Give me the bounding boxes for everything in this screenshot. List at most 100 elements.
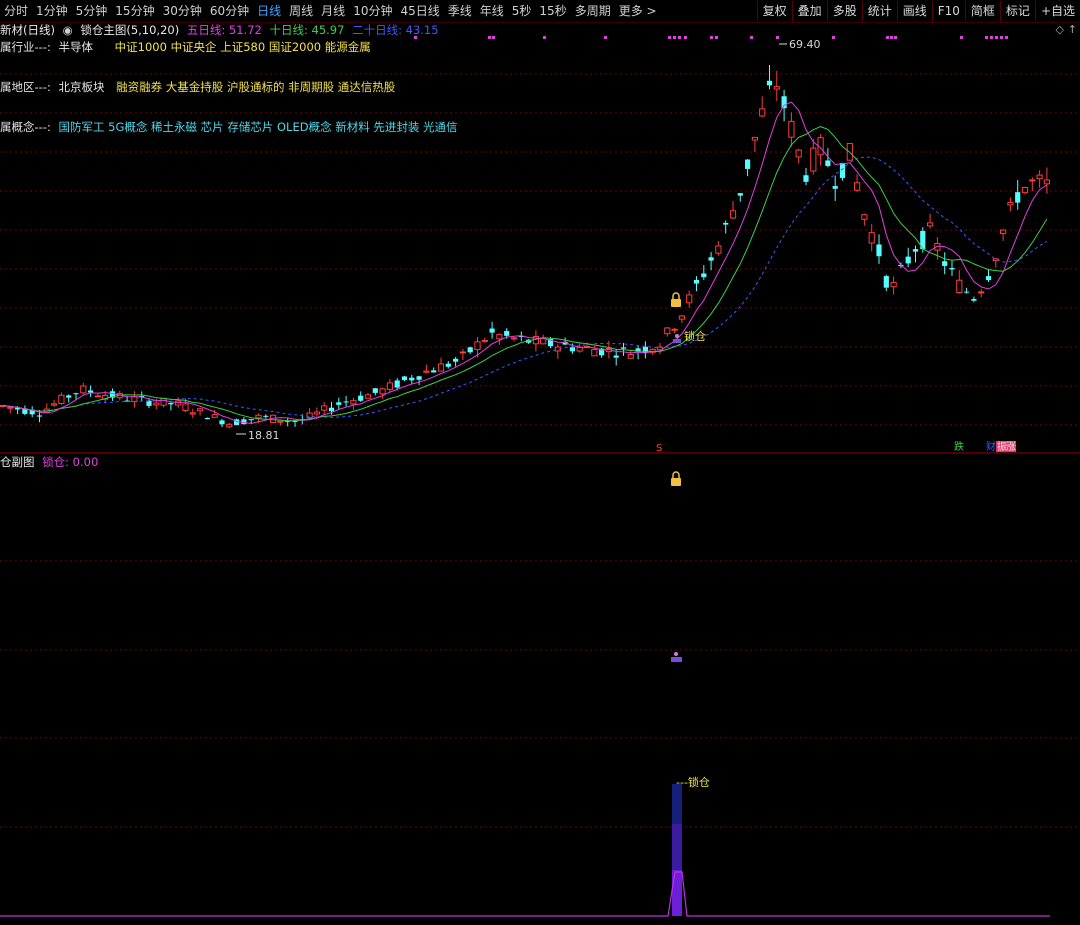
candle-body <box>964 291 970 293</box>
high-price-label: 69.40 <box>789 38 821 51</box>
candle-body <box>73 393 79 395</box>
candle-body <box>708 257 714 261</box>
candle-body <box>255 414 262 419</box>
candle-body <box>737 193 743 196</box>
candle-body <box>306 412 313 419</box>
candle-body <box>693 279 700 284</box>
candle-body <box>729 210 737 219</box>
s-marker: S <box>656 443 662 454</box>
candle-body <box>88 390 94 393</box>
candle-body <box>204 417 210 420</box>
signal-dot <box>668 36 671 39</box>
sub-lock-icon <box>671 471 681 486</box>
candle-body <box>453 358 459 362</box>
candle-body <box>386 382 393 390</box>
candle-body <box>358 395 364 401</box>
candle-body <box>591 349 598 357</box>
candle-body <box>409 377 415 381</box>
candle-body <box>211 414 218 418</box>
candle-body <box>7 406 14 409</box>
candle-body <box>66 395 72 398</box>
low-price-label: 18.81 <box>248 429 280 442</box>
candle-body <box>890 282 897 288</box>
candle-body <box>153 402 160 406</box>
candle-body <box>1036 174 1043 180</box>
signal-dot <box>750 36 753 39</box>
candle-body <box>1043 179 1051 185</box>
candle-body <box>372 388 378 393</box>
candle-body <box>350 400 357 405</box>
candle-body <box>627 354 634 359</box>
candle-body <box>226 423 233 428</box>
signal-dot <box>1000 36 1003 39</box>
candlestick-series <box>0 64 1051 429</box>
candle-body <box>431 370 437 373</box>
candle-body <box>459 351 466 354</box>
candle-body <box>379 388 386 395</box>
candle-body <box>328 407 335 412</box>
candle-body <box>773 86 780 90</box>
candle-body <box>241 419 247 425</box>
candle-body <box>321 405 328 411</box>
lock-icon <box>671 292 681 307</box>
signal-dot <box>604 36 607 39</box>
candle-body <box>788 120 795 138</box>
candle-body <box>971 298 977 301</box>
candle-body <box>678 315 685 320</box>
signal-dot <box>488 36 491 39</box>
candle-body <box>182 403 189 411</box>
candle-body <box>949 267 955 270</box>
candle-body <box>336 402 342 405</box>
signal-dot <box>414 36 417 39</box>
candle-body <box>58 394 65 404</box>
candle-body <box>423 370 430 373</box>
ma5-line <box>2 101 1048 425</box>
main-lock-label: 锁仓 <box>684 329 706 343</box>
candle-body <box>927 222 934 227</box>
signal-dots <box>414 36 1008 39</box>
signal-dot <box>832 36 835 39</box>
candle-body <box>671 328 678 331</box>
candle-body <box>751 136 758 141</box>
candle-body <box>343 401 349 403</box>
candle-body <box>504 331 510 336</box>
candle-body <box>825 160 831 166</box>
candle-body <box>474 341 481 351</box>
candle-body <box>876 244 882 257</box>
candle-body <box>481 339 488 342</box>
candle-body <box>723 222 729 225</box>
signal-dot <box>673 36 676 39</box>
candle-body <box>1007 202 1014 206</box>
candle-body <box>496 334 503 340</box>
candle-body <box>437 363 445 372</box>
candle-body <box>292 420 298 422</box>
lock-bar-bottom <box>672 870 682 916</box>
candle-body <box>1000 229 1007 235</box>
ma10-line <box>2 126 1048 422</box>
candle-body <box>313 411 320 415</box>
candle-body <box>861 214 868 220</box>
signal-dot <box>492 36 495 39</box>
candle-body <box>197 408 204 412</box>
candle-body <box>715 245 722 254</box>
candle-body <box>985 276 992 281</box>
candle-body <box>868 232 875 244</box>
candle-body <box>942 261 948 266</box>
candle-body <box>277 420 284 423</box>
candle-body <box>401 376 408 381</box>
candle-body <box>664 327 671 335</box>
candle-body <box>832 186 838 189</box>
candle-body <box>854 182 861 191</box>
kline-chart[interactable]: 69.40 18.81 锁仓 S 跌 财 振 涨 ---锁仓 <box>0 0 1080 925</box>
candle-body <box>978 291 985 294</box>
candle-body <box>510 337 518 340</box>
signal-dot <box>715 36 718 39</box>
signal-dot <box>995 36 998 39</box>
candle-body <box>51 403 58 406</box>
candle-body <box>445 363 451 367</box>
candle-body <box>795 149 802 158</box>
sub-baseline <box>0 871 1050 917</box>
candle-body <box>781 96 787 109</box>
candle-body <box>364 394 372 399</box>
candle-body <box>1029 179 1036 182</box>
